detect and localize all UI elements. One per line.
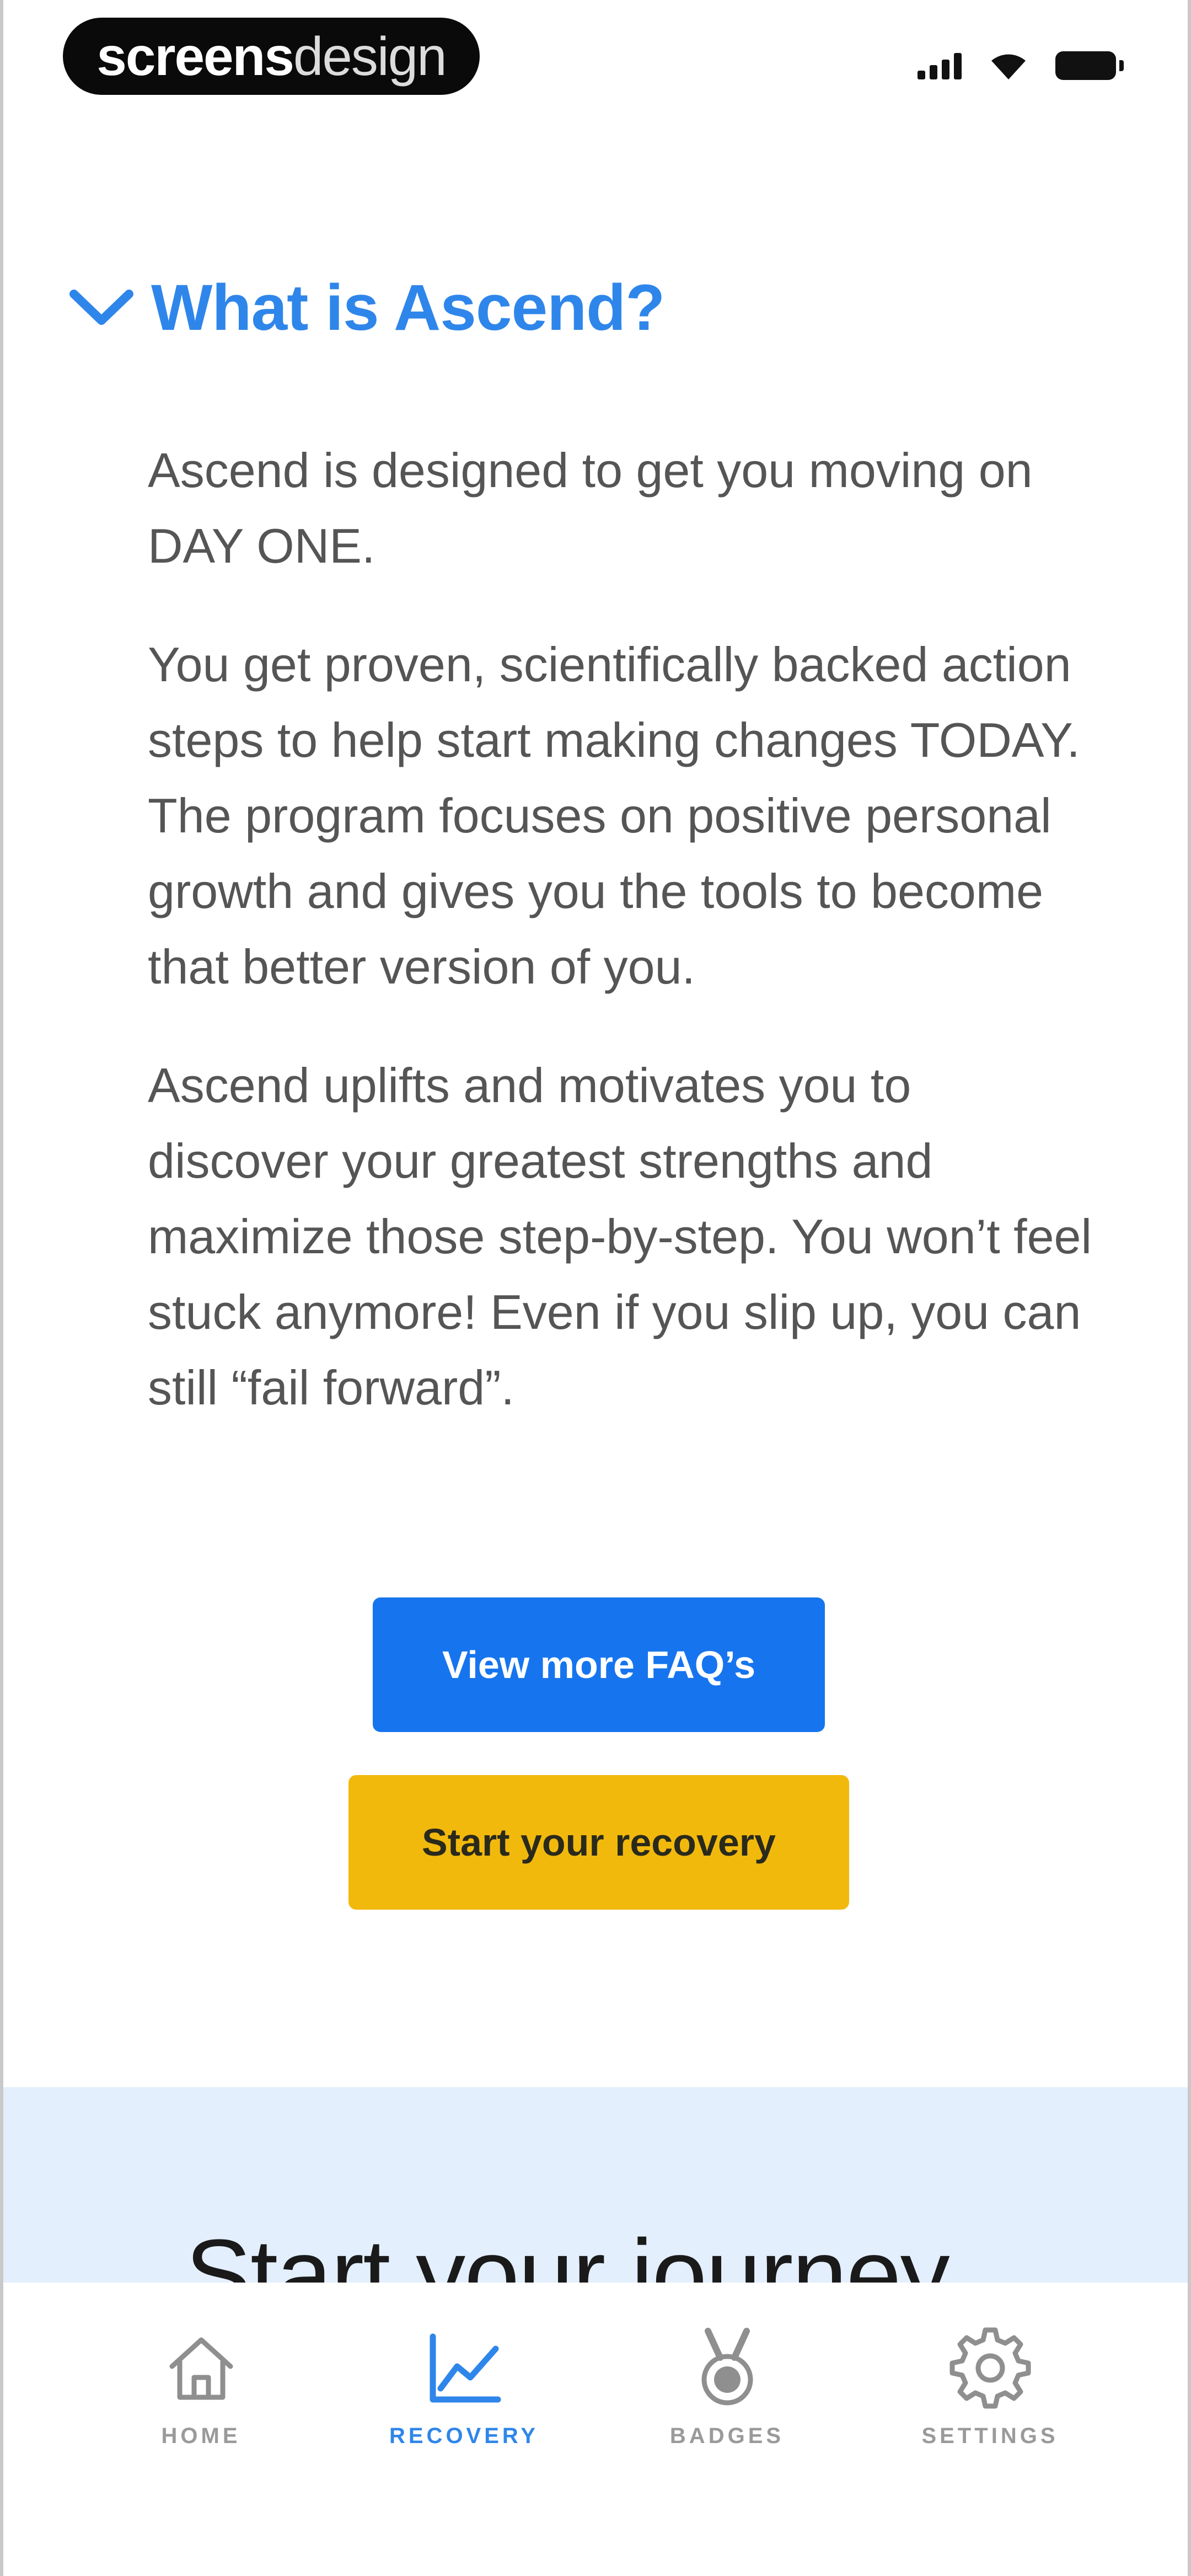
home-icon	[169, 2337, 233, 2400]
faq-paragraph: Ascend is designed to get you moving on …	[148, 443, 1033, 573]
chart-icon	[430, 2333, 501, 2403]
faq-question-toggle[interactable]: What is Ascend?	[68, 270, 665, 345]
tab-home[interactable]: HOME	[113, 2327, 289, 2576]
tab-label: HOME	[161, 2424, 241, 2448]
bottom-tab-bar: HOME RECOVERY BADGES SETTINGS	[3, 2283, 1188, 2576]
signal-icon	[918, 52, 962, 79]
faq-paragraph: Ascend uplifts and motivates you to disc…	[148, 1058, 1092, 1415]
gear-icon	[949, 2327, 1031, 2409]
view-more-faqs-button[interactable]: View more FAQ’s	[373, 1597, 825, 1732]
tab-label: BADGES	[669, 2424, 785, 2448]
faq-paragraph: You get proven, scientifically backed ac…	[148, 637, 1080, 994]
faq-question-title: What is Ascend?	[151, 271, 665, 344]
faq-answer: Ascend is designed to get you moving on …	[148, 432, 1096, 1468]
chevron-down-icon	[69, 290, 133, 325]
screensdesign-watermark: screens design	[63, 18, 480, 95]
tab-badges[interactable]: BADGES	[639, 2327, 816, 2576]
tab-label: SETTINGS	[921, 2424, 1059, 2448]
watermark-light-text: design	[293, 25, 447, 87]
wifi-icon	[991, 54, 1026, 79]
status-icons	[918, 51, 1124, 81]
tab-recovery[interactable]: RECOVERY	[376, 2327, 552, 2576]
start-recovery-button[interactable]: Start your recovery	[348, 1775, 849, 1910]
tab-label: RECOVERY	[389, 2424, 539, 2448]
app-screen: screens design What is Ascend? Ascend is …	[0, 0, 1191, 2576]
battery-icon	[1055, 51, 1124, 80]
medal-icon	[701, 2328, 753, 2406]
watermark-bold-text: screens	[96, 25, 294, 87]
tab-settings[interactable]: SETTINGS	[902, 2327, 1079, 2576]
